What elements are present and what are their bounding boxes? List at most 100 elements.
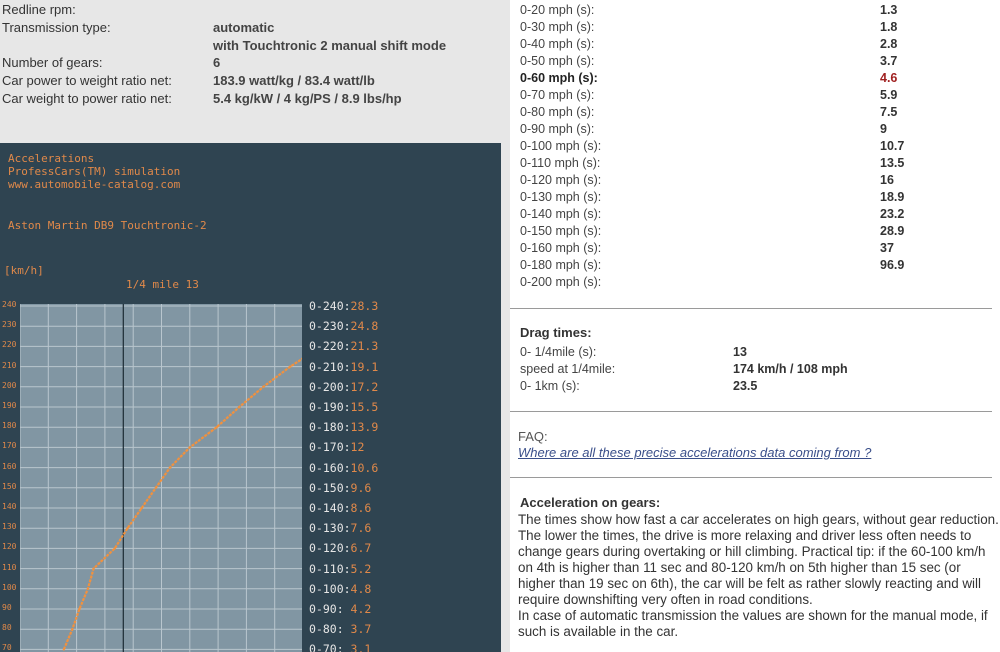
data-point bbox=[62, 648, 66, 651]
speed-range: 0-170: bbox=[309, 440, 351, 455]
mph-row: 0-150 mph (s): 28.9 bbox=[520, 223, 990, 240]
divider bbox=[510, 308, 992, 309]
speed-time: 8.6 bbox=[350, 501, 372, 515]
spec-label: Car weight to power ratio net: bbox=[2, 91, 172, 106]
chart-car-name: Aston Martin DB9 Touchtronic-2 bbox=[8, 219, 207, 232]
mph-label: 0-120 mph (s): bbox=[520, 173, 602, 187]
chart-y-unit: [km/h] bbox=[4, 264, 44, 277]
y-tick-label: 150 bbox=[2, 481, 17, 491]
speed-range: 0-150: bbox=[309, 480, 351, 495]
mph-row: 0-200 mph (s): bbox=[520, 274, 990, 291]
data-point bbox=[126, 527, 129, 530]
y-tick-label: 70 bbox=[2, 643, 12, 652]
drag-value: 174 km/h / 108 mph bbox=[733, 362, 848, 376]
data-point bbox=[140, 506, 143, 510]
mph-value: 9 bbox=[880, 122, 887, 136]
acceleration-chart: Accelerations ProfessCars(TM) simulation… bbox=[0, 143, 501, 652]
mph-row: 0-120 mph (s): 16 bbox=[520, 172, 990, 189]
mph-label: 0-150 mph (s): bbox=[520, 224, 602, 238]
spec-value: automatic bbox=[213, 20, 275, 35]
mph-value: 96.9 bbox=[880, 258, 905, 272]
speed-range: 0-210: bbox=[309, 359, 351, 374]
y-tick-label: 130 bbox=[2, 522, 17, 532]
mph-value: 7.5 bbox=[880, 105, 898, 119]
speed-range: 0-190: bbox=[309, 400, 351, 414]
y-tick-label: 220 bbox=[2, 340, 17, 350]
y-tick-label: 200 bbox=[2, 380, 17, 390]
y-tick-label: 190 bbox=[2, 401, 17, 410]
mph-value: 28.9 bbox=[880, 224, 905, 238]
spec-value: 183.9 watt/kg / 83.4 watt/lb bbox=[213, 73, 375, 88]
speed-time: 13.9 bbox=[350, 420, 379, 435]
speed-time: 5.2 bbox=[350, 561, 372, 576]
faq-link[interactable]: Where are all these precise acceleration… bbox=[518, 445, 871, 460]
speed-time-row: 0-240:28.3 bbox=[309, 299, 378, 313]
drag-label: speed at 1/4mile: bbox=[520, 362, 616, 376]
faq-label: FAQ: bbox=[518, 429, 548, 444]
y-tick-label: 80 bbox=[2, 623, 12, 633]
mph-label: 0-40 mph (s): bbox=[520, 37, 595, 51]
mph-value: 1.8 bbox=[880, 20, 898, 34]
data-point bbox=[289, 365, 292, 368]
speed-range: 0-70: bbox=[309, 642, 351, 652]
chart-source: www.automobile-catalog.com bbox=[8, 178, 181, 191]
drag-times-title: Drag times: bbox=[520, 325, 592, 340]
speed-time-row: 0-170:12 bbox=[309, 440, 364, 454]
spec-value: 5.4 kg/kW / 4 kg/PS / 8.9 lbs/hp bbox=[213, 91, 402, 106]
mph-row: 0-70 mph (s): 5.9 bbox=[520, 87, 990, 104]
data-point bbox=[113, 547, 117, 550]
mph-label: 0-50 mph (s): bbox=[520, 54, 595, 68]
mph-label: 0-90 mph (s): bbox=[520, 122, 595, 136]
mph-row: 0-40 mph (s): 2.8 bbox=[520, 36, 990, 53]
y-tick-label: 240 bbox=[2, 300, 17, 309]
mph-value: 3.7 bbox=[880, 54, 898, 68]
gears-title: Acceleration on gears: bbox=[520, 495, 661, 510]
speed-time-row: 0-80: 3.7 bbox=[309, 622, 371, 636]
speed-range: 0-160: bbox=[309, 460, 351, 475]
speed-time: 10.6 bbox=[350, 460, 379, 475]
acceleration-curve bbox=[62, 304, 421, 650]
mph-row: 0-100 mph (s): 10.7 bbox=[520, 138, 990, 155]
mph-row: 0-80 mph (s): 7.5 bbox=[520, 104, 990, 121]
speed-time-row: 0-150:9.6 bbox=[309, 481, 371, 495]
mph-row: 0-160 mph (s): 37 bbox=[520, 240, 990, 257]
mph-label: 0-180 mph (s): bbox=[520, 258, 602, 272]
speed-time-row: 0-210:19.1 bbox=[309, 360, 378, 374]
mph-value: 1.3 bbox=[880, 3, 898, 17]
speed-time: 3.7 bbox=[350, 622, 372, 637]
speed-time-row: 0-190:15.5 bbox=[309, 400, 378, 414]
speed-range: 0-120: bbox=[309, 541, 351, 556]
y-tick-label: 90 bbox=[2, 603, 12, 612]
mph-row: 0-60 mph (s): 4.6 bbox=[520, 70, 990, 87]
divider bbox=[510, 477, 992, 478]
mph-value: 5.9 bbox=[880, 88, 898, 102]
y-tick-label: 160 bbox=[2, 461, 17, 471]
spec-label: Car power to weight ratio net: bbox=[2, 73, 172, 88]
y-tick-label: 110 bbox=[2, 562, 17, 572]
data-point bbox=[262, 385, 265, 388]
plot-svg bbox=[19, 304, 422, 652]
y-tick-label: 230 bbox=[2, 320, 17, 330]
data-point bbox=[238, 405, 241, 409]
mph-row: 0-110 mph (s): 13.5 bbox=[520, 155, 990, 172]
mph-label: 0-110 mph (s): bbox=[520, 156, 601, 170]
speed-time: 28.3 bbox=[350, 299, 379, 313]
speed-time-row: 0-230:24.8 bbox=[309, 319, 378, 333]
speed-range: 0-230: bbox=[309, 319, 351, 334]
drag-value: 23.5 bbox=[733, 379, 758, 393]
speed-time-row: 0-70: 3.1 bbox=[309, 642, 371, 652]
speed-time: 3.1 bbox=[350, 642, 372, 652]
speed-time-row: 0-120:6.7 bbox=[309, 541, 371, 555]
mph-label: 0-160 mph (s): bbox=[520, 241, 602, 255]
mph-row: 0-130 mph (s): 18.9 bbox=[520, 189, 990, 206]
speed-range: 0-130: bbox=[309, 521, 351, 536]
mph-row: 0-180 mph (s): 96.9 bbox=[520, 257, 990, 274]
mph-value: 10.7 bbox=[880, 139, 905, 153]
y-tick-label: 140 bbox=[2, 502, 17, 511]
speed-time: 21.3 bbox=[350, 339, 379, 354]
data-point bbox=[215, 426, 218, 429]
mph-value: 37 bbox=[880, 241, 894, 255]
speed-time: 6.7 bbox=[350, 541, 372, 556]
mph-label: 0-100 mph (s): bbox=[520, 139, 602, 153]
drag-value: 13 bbox=[733, 345, 747, 359]
